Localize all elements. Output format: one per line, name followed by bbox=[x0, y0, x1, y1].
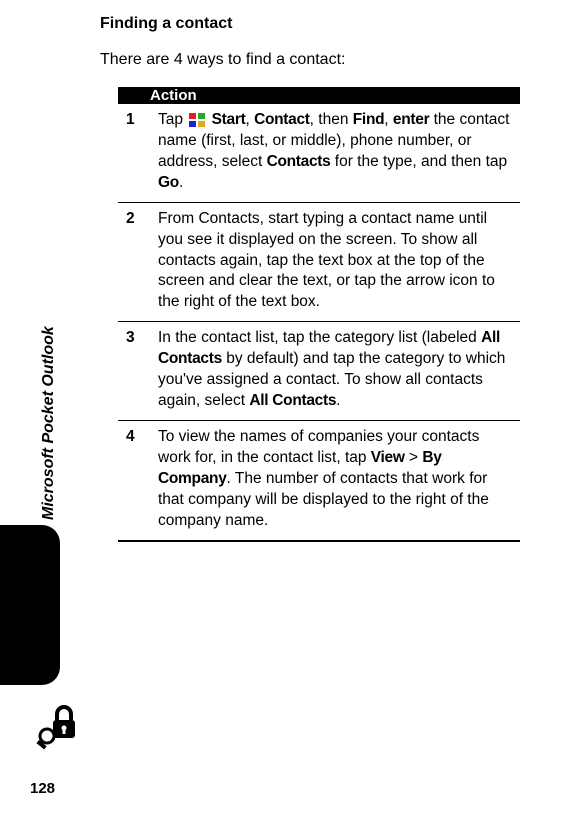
step-text: From Contacts, start typing a contact na… bbox=[150, 202, 520, 322]
table-row: 4 To view the names of companies your co… bbox=[118, 420, 520, 540]
lock-key-icon bbox=[35, 700, 85, 750]
section-heading: Finding a contact bbox=[100, 15, 520, 33]
step-text: Tap Start, Contact, then Find, enter the… bbox=[150, 104, 520, 202]
table-row: 3 In the contact list, tap the category … bbox=[118, 322, 520, 421]
section-sidebar-label: Microsoft Pocket Outlook bbox=[40, 326, 58, 520]
action-header-label: Action bbox=[150, 87, 520, 104]
table-row: 2 From Contacts, start typing a contact … bbox=[118, 202, 520, 322]
thumb-tab bbox=[0, 525, 60, 685]
windows-start-icon bbox=[189, 113, 205, 127]
step-text: In the contact list, tap the category li… bbox=[150, 322, 520, 421]
action-table: Action 1 Tap Start, Contact, then Find, … bbox=[118, 87, 520, 542]
step-number: 3 bbox=[118, 322, 150, 421]
step-text: To view the names of companies your cont… bbox=[150, 420, 520, 540]
table-header-row: Action bbox=[118, 87, 520, 104]
step-number: 4 bbox=[118, 420, 150, 540]
step-number: 2 bbox=[118, 202, 150, 322]
intro-text: There are 4 ways to find a contact: bbox=[100, 51, 520, 69]
table-row: 1 Tap Start, Contact, then Find, enter t… bbox=[118, 104, 520, 202]
page-number: 128 bbox=[30, 780, 55, 797]
step-number: 1 bbox=[118, 104, 150, 202]
